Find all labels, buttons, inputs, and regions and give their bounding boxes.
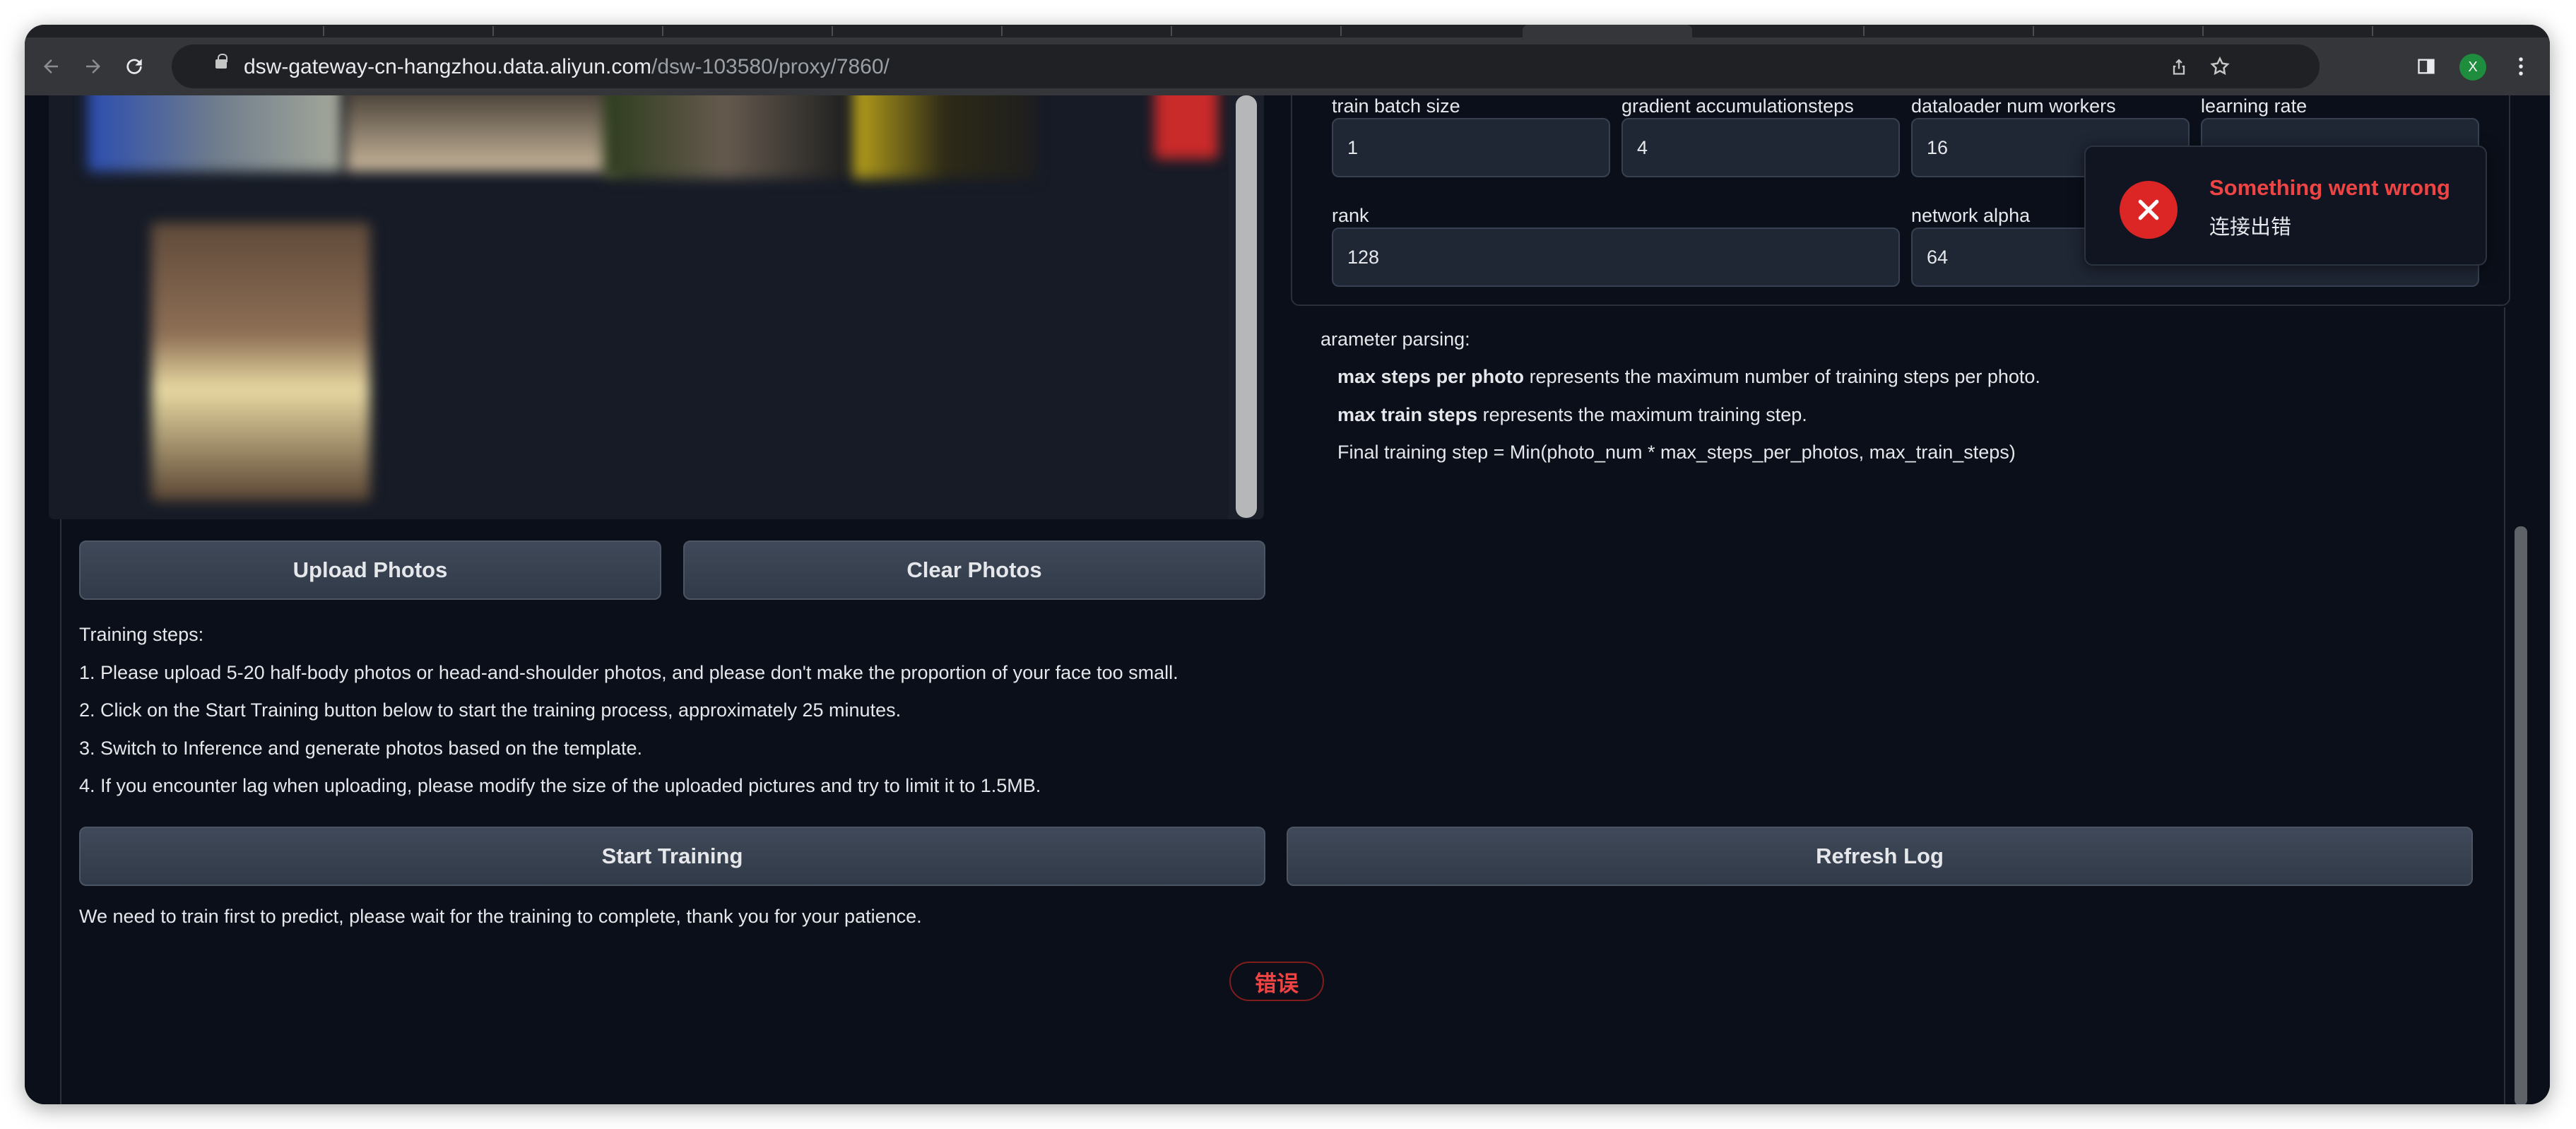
tab-separator	[492, 26, 494, 36]
dataloader-workers-label: dataloader num workers	[1911, 95, 2116, 117]
reload-icon[interactable]	[118, 50, 150, 83]
start-training-button[interactable]: Start Training	[79, 827, 1265, 886]
parsing-desc-1: represents the maximum number of trainin…	[1524, 366, 2040, 387]
gallery-scrollbar[interactable]	[1229, 95, 1264, 519]
browser-window: dsw-gateway-cn-hangzhou.data.aliyun.com/…	[25, 25, 2550, 1104]
tab-separator	[2202, 26, 2204, 36]
tab-separator	[1340, 26, 1342, 36]
tab-strip[interactable]	[25, 25, 2550, 37]
tab-separator	[323, 26, 324, 36]
parsing-line-1: max steps per photo represents the maxim…	[1337, 366, 2040, 388]
upload-photos-button[interactable]: Upload Photos	[79, 540, 661, 600]
parsing-heading: arameter parsing:	[1321, 329, 1470, 350]
error-icon	[2120, 181, 2178, 239]
photo-thumbnail[interactable]	[88, 95, 342, 172]
tab-separator	[2033, 26, 2034, 36]
parsing-desc-2: represents the maximum training step.	[1477, 404, 1807, 425]
parsing-line-2: max train steps represents the maximum t…	[1337, 404, 1807, 426]
url-text[interactable]: dsw-gateway-cn-hangzhou.data.aliyun.com/…	[244, 55, 890, 79]
lock-icon	[215, 54, 228, 69]
share-icon[interactable]	[2163, 50, 2195, 83]
rank-input[interactable]: 128	[1332, 227, 1900, 287]
scrollbar-thumb[interactable]	[1236, 95, 1257, 518]
parsing-line-3: Final training step = Min(photo_num * ma…	[1337, 442, 2016, 463]
step-2: 2. Click on the Start Training button be…	[79, 699, 902, 721]
parsing-term-1: max steps per photo	[1337, 366, 1525, 387]
star-icon[interactable]	[2204, 50, 2236, 83]
photo-thumbnail[interactable]	[1154, 95, 1218, 159]
back-icon[interactable]	[35, 50, 67, 83]
training-notice: We need to train first to predict, pleas…	[79, 906, 922, 927]
parsing-term-2: max train steps	[1337, 404, 1478, 425]
photo-thumbnail[interactable]	[345, 95, 621, 172]
gradient-accumulation-input[interactable]: 4	[1621, 118, 1900, 177]
toast-message: 连接出错	[2209, 216, 2292, 239]
learning-rate-label: learning rate	[2201, 95, 2308, 117]
address-bar[interactable]: dsw-gateway-cn-hangzhou.data.aliyun.com/…	[172, 45, 2320, 88]
tab-separator	[1863, 26, 1865, 36]
network-alpha-label: network alpha	[1911, 205, 2031, 226]
url-host: dsw-gateway-cn-hangzhou.data.aliyun.com	[244, 55, 651, 78]
forward-icon[interactable]	[77, 50, 110, 83]
sidebar-icon[interactable]	[2410, 50, 2442, 83]
photo-thumbnail[interactable]	[603, 95, 847, 179]
step-3: 3. Switch to Inference and generate phot…	[79, 738, 643, 759]
browser-toolbar: dsw-gateway-cn-hangzhou.data.aliyun.com/…	[25, 37, 2550, 95]
tab-separator	[2372, 26, 2373, 36]
rank-label: rank	[1332, 205, 1369, 226]
step-4: 4. If you encounter lag when uploading, …	[79, 775, 1041, 796]
clear-photos-button[interactable]: Clear Photos	[683, 540, 1265, 600]
profile-avatar[interactable]: X	[2459, 54, 2486, 81]
tab-separator	[662, 26, 663, 36]
divider	[60, 519, 61, 1104]
toast-title: Something went wrong	[2209, 175, 2450, 200]
divider	[2504, 307, 2505, 1104]
tab-separator	[832, 26, 833, 36]
photo-gallery[interactable]	[49, 95, 1264, 519]
tab-separator	[1001, 26, 1003, 36]
error-toast[interactable]: Something went wrong 连接出错	[2084, 146, 2487, 266]
steps-heading: Training steps:	[79, 624, 204, 645]
error-status-badge: 错误	[1229, 962, 1324, 1001]
photo-thumbnail[interactable]	[853, 95, 1036, 179]
refresh-log-button[interactable]: Refresh Log	[1287, 827, 2473, 886]
active-tab[interactable]	[1523, 25, 1692, 37]
menu-icon[interactable]	[2505, 50, 2537, 83]
page-scrollbar[interactable]	[2515, 526, 2527, 1104]
train-batch-size-input[interactable]: 1	[1332, 118, 1610, 177]
train-batch-size-label: train batch size	[1332, 95, 1460, 117]
url-path: /dsw-103580/proxy/7860/	[651, 55, 890, 78]
photo-thumbnail[interactable]	[151, 223, 370, 501]
gradient-accumulation-label: gradient accumulationsteps	[1621, 95, 1854, 117]
step-1: 1. Please upload 5-20 half-body photos o…	[79, 662, 1178, 683]
tab-separator	[1171, 26, 1172, 36]
